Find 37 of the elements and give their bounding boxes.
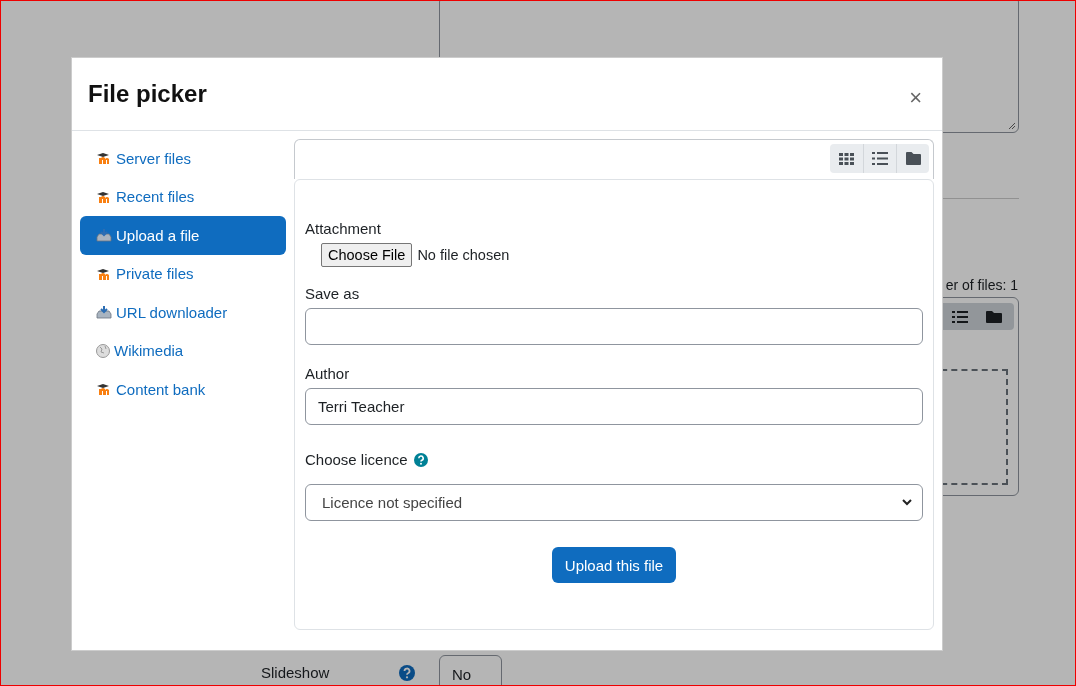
chevron-down-icon xyxy=(902,499,912,506)
choose-file-button[interactable]: Choose File xyxy=(321,243,413,267)
mortarboard-icon xyxy=(96,152,112,165)
help-icon[interactable] xyxy=(399,665,415,681)
repository-item[interactable]: Wikimedia xyxy=(80,331,286,370)
repository-item[interactable]: Server files xyxy=(80,139,286,178)
select-field[interactable]: No xyxy=(439,655,502,685)
dialog-title: File picker xyxy=(88,80,207,108)
repository-item[interactable]: Upload a file xyxy=(80,216,286,255)
field-label: Author xyxy=(305,365,351,382)
folder-icon xyxy=(905,152,921,165)
repository-item[interactable]: Private files xyxy=(80,254,286,293)
licence-select[interactable]: Licence not specified xyxy=(305,484,923,521)
file-count-text: er of files: 1 xyxy=(945,277,1018,293)
tray-arrow-icon xyxy=(96,305,112,320)
repository-item[interactable]: Content bank xyxy=(80,370,286,409)
list-icon[interactable] xyxy=(952,309,968,324)
field-label: Attachment xyxy=(305,220,382,237)
field-label: Slideshow xyxy=(261,664,330,681)
mortarboard-icon xyxy=(96,383,112,396)
grid-icon xyxy=(839,152,854,165)
folder-icon[interactable] xyxy=(986,309,1002,324)
author-field[interactable]: Terri Teacher xyxy=(305,388,923,425)
list-icon xyxy=(872,152,888,165)
field-label: Choose licence xyxy=(305,451,408,468)
file-status-text: No file chosen xyxy=(417,247,510,263)
mortarboard-icon xyxy=(96,267,112,280)
help-icon[interactable] xyxy=(413,452,428,467)
mortarboard-icon xyxy=(96,190,112,203)
save-as-field[interactable] xyxy=(305,308,923,345)
repository-item[interactable]: URL downloader xyxy=(80,293,286,332)
upload-button[interactable]: Upload this file xyxy=(551,547,677,583)
tray-arrow-icon xyxy=(96,228,112,243)
close-button[interactable]: × xyxy=(903,85,928,111)
field-label: Save as xyxy=(305,285,361,302)
resize-grip-icon xyxy=(1008,122,1016,130)
repository-item[interactable]: Recent files xyxy=(80,177,286,216)
